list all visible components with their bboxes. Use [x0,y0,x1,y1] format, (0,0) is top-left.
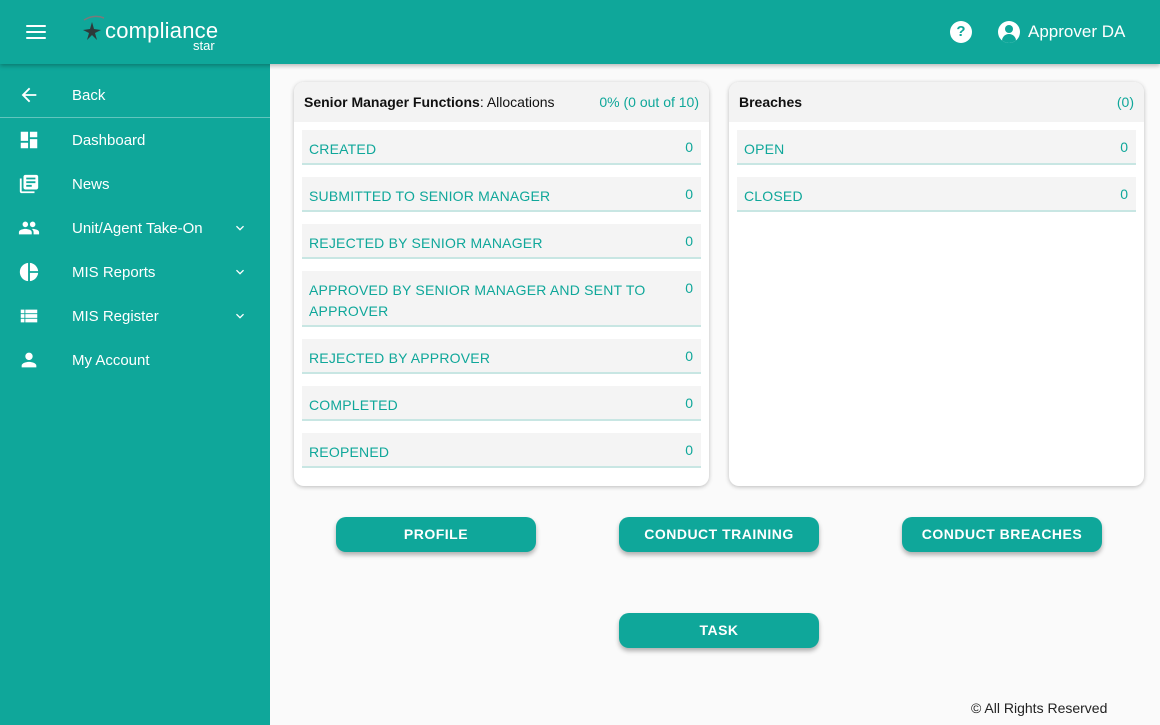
sidebar-item-label: Unit/Agent Take-On [72,219,203,237]
row-count: 0 [685,280,693,296]
dashboard-icon [20,131,38,149]
sidebar-item-label: Dashboard [72,131,146,149]
help-icon[interactable]: ? [950,21,972,43]
sidebar-item-label: My Account [72,351,150,369]
sidebar-item-label: MIS Register [72,307,159,325]
row-count: 0 [685,233,693,249]
allocation-progress: 0% (0 out of 10) [599,94,699,110]
star-logo-icon [83,15,105,40]
row-count: 0 [685,348,693,364]
sidebar: Back Dashboard News Unit/Agent Take-On M… [0,64,270,725]
user-account-button[interactable]: Approver DA [998,18,1125,46]
arrow-left-icon [21,87,37,103]
status-row-approved-by-senior-manager[interactable]: APPROVED BY SENIOR MANAGER AND SENT TO A… [302,271,701,327]
row-count: 0 [685,442,693,458]
conduct-training-button[interactable]: CONDUCT TRAINING [619,517,819,552]
row-label: REJECTED BY APPROVER [309,350,491,366]
status-row-completed[interactable]: COMPLETED 0 [302,386,701,421]
sidebar-item-back[interactable]: Back [0,73,270,117]
top-app-bar: compliance star ? Approver DA [0,0,1160,64]
chevron-down-icon[interactable] [232,264,248,280]
row-count: 0 [685,139,693,155]
row-count: 0 [1120,186,1128,202]
row-count: 0 [685,186,693,202]
row-label: OPEN [744,141,785,157]
account-circle-icon [998,21,1020,43]
breaches-card: Breaches (0) OPEN 0 CLOSED 0 [729,82,1144,486]
smf-allocations-card: Senior Manager Functions: Allocations 0%… [294,82,709,486]
row-label: COMPLETED [309,397,398,413]
sidebar-item-label: Back [72,86,106,104]
sidebar-item-unit-agent-take-on[interactable]: Unit/Agent Take-On [0,206,270,250]
sidebar-item-label: News [72,175,110,193]
hamburger-menu-icon[interactable] [22,20,50,44]
footer-copyright: © All Rights Reserved [971,700,1108,716]
card-header: Senior Manager Functions: Allocations 0%… [294,82,709,122]
row-count: 0 [685,395,693,411]
sidebar-item-dashboard[interactable]: Dashboard [0,118,270,162]
chevron-down-icon[interactable] [232,308,248,324]
conduct-breaches-button[interactable]: CONDUCT BREACHES [902,517,1102,552]
breaches-count: (0) [1116,94,1134,110]
chevron-down-icon[interactable] [232,220,248,236]
people-icon [18,221,40,235]
user-name: Approver DA [1028,22,1126,41]
row-label: SUBMITTED TO SENIOR MANAGER [309,188,551,204]
card-header: Breaches (0) [729,82,1144,122]
status-row-rejected-by-approver[interactable]: REJECTED BY APPROVER 0 [302,339,701,374]
sidebar-item-label: MIS Reports [72,263,156,281]
row-label: CLOSED [744,188,803,204]
sidebar-item-news[interactable]: News [0,162,270,206]
sidebar-item-my-account[interactable]: My Account [0,338,270,382]
task-button[interactable]: TASK [619,613,819,648]
status-row-rejected-by-senior-manager[interactable]: REJECTED BY SENIOR MANAGER 0 [302,224,701,259]
news-icon [19,174,39,194]
compliance-star-logo[interactable]: compliance star [80,12,240,56]
logo-subtext: star [193,38,215,53]
row-label: REJECTED BY SENIOR MANAGER [309,235,543,251]
row-label: APPROVED BY SENIOR MANAGER AND SENT TO A… [309,282,646,319]
row-label: REOPENED [309,444,390,460]
person-icon [21,352,37,368]
sidebar-item-mis-register[interactable]: MIS Register [0,294,270,338]
status-row-created[interactable]: CREATED 0 [302,130,701,165]
list-icon [20,309,38,323]
row-label: CREATED [309,141,377,157]
breach-row-open[interactable]: OPEN 0 [737,130,1136,165]
row-count: 0 [1120,139,1128,155]
pie-chart-icon [19,262,39,282]
status-row-submitted-to-senior-manager[interactable]: SUBMITTED TO SENIOR MANAGER 0 [302,177,701,212]
card-title: Senior Manager Functions: Allocations [304,94,555,110]
breach-row-closed[interactable]: CLOSED 0 [737,177,1136,212]
status-row-reopened[interactable]: REOPENED 0 [302,433,701,468]
profile-button[interactable]: PROFILE [336,517,536,552]
card-title: Breaches [739,94,803,110]
sidebar-item-mis-reports[interactable]: MIS Reports [0,250,270,294]
